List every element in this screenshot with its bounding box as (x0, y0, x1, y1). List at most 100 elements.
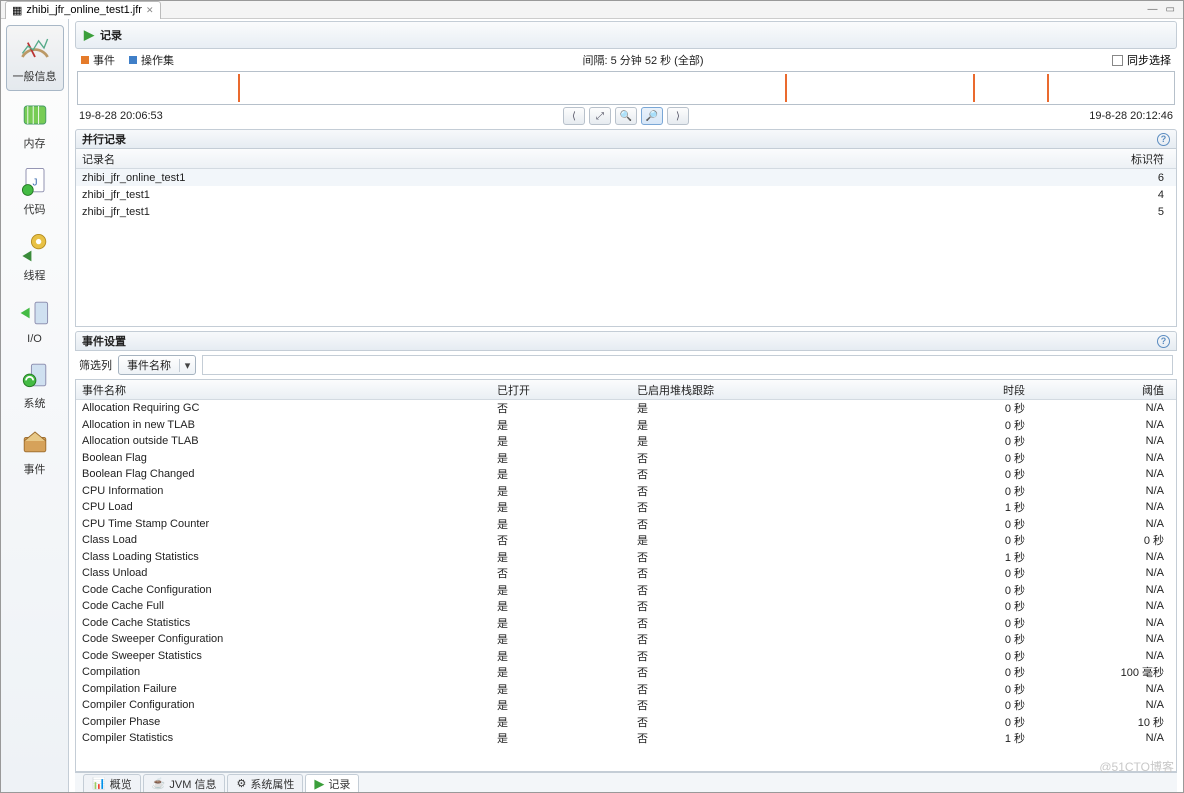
sidebar-item-system[interactable]: 系统 (6, 353, 64, 417)
io-icon (17, 295, 53, 331)
page-title-text: 记录 (100, 27, 122, 43)
event-open: 是 (491, 450, 631, 466)
timeline-tick (973, 74, 975, 102)
record-row[interactable]: zhibi_jfr_test14 (76, 186, 1176, 203)
col-event-thresh[interactable]: 阈值 (1031, 382, 1176, 398)
event-row[interactable]: Code Cache Full是否0 秒N/A (76, 598, 1176, 615)
event-thresh: 10 秒 (1031, 714, 1176, 730)
events-scroll[interactable]: 事件名称 已打开 已启用堆栈跟踪 时段 阈值 Allocation Requir… (76, 380, 1176, 771)
nav-next-button[interactable]: ⟩ (667, 107, 689, 125)
threads-icon (17, 229, 53, 265)
tab-record[interactable]: ▶记录 (305, 774, 359, 792)
nav-prev-button[interactable]: ⟨ (563, 107, 585, 125)
event-row[interactable]: Boolean Flag是否0 秒N/A (76, 450, 1176, 467)
col-event-name[interactable]: 事件名称 (76, 382, 491, 398)
records-section-header: 并行记录 ? (75, 129, 1177, 149)
event-period: 0 秒 (886, 582, 1031, 598)
event-row[interactable]: Allocation outside TLAB是是0 秒N/A (76, 433, 1176, 450)
nav-zoomin-button[interactable]: 🔎 (641, 107, 663, 125)
event-name: Class Loading Statistics (76, 551, 491, 563)
sidebar-item-memory[interactable]: 内存 (6, 93, 64, 157)
event-thresh: N/A (1031, 683, 1176, 695)
nav-zoomout-button[interactable]: 🔍 (615, 107, 637, 125)
event-row[interactable]: Code Sweeper Statistics是否0 秒N/A (76, 648, 1176, 665)
help-icon[interactable]: ? (1157, 133, 1170, 146)
event-row[interactable]: Allocation in new TLAB是是0 秒N/A (76, 417, 1176, 434)
java-icon: ☕ (152, 777, 166, 790)
filter-column-combo[interactable]: 事件名称 ▾ (118, 355, 196, 375)
event-stack: 否 (631, 730, 886, 746)
event-row[interactable]: CPU Time Stamp Counter是否0 秒N/A (76, 516, 1176, 533)
event-row[interactable]: Compilation Failure是否0 秒N/A (76, 681, 1176, 698)
sidebar-item-label: 内存 (24, 135, 46, 151)
event-row[interactable]: Allocation Requiring GC否是0 秒N/A (76, 400, 1176, 417)
col-event-stack[interactable]: 已启用堆栈跟踪 (631, 382, 886, 398)
col-event-open[interactable]: 已打开 (491, 382, 631, 398)
event-period: 0 秒 (886, 615, 1031, 631)
event-open: 否 (491, 400, 631, 416)
event-name: Allocation Requiring GC (76, 402, 491, 414)
sync-checkbox[interactable] (1112, 55, 1123, 66)
help-icon[interactable]: ? (1157, 335, 1170, 348)
event-name: Code Cache Full (76, 600, 491, 612)
event-name: Boolean Flag Changed (76, 468, 491, 480)
sidebar-item-io[interactable]: I/O (6, 291, 64, 351)
page-header: ▶ 记录 (75, 21, 1177, 49)
event-row[interactable]: Compilation是否0 秒100 毫秒 (76, 664, 1176, 681)
tab-overview[interactable]: 📊概览 (83, 774, 141, 792)
event-row[interactable]: Class Load否是0 秒0 秒 (76, 532, 1176, 549)
timeline[interactable] (77, 71, 1175, 105)
sync-label: 同步选择 (1127, 52, 1171, 68)
event-stack: 否 (631, 582, 886, 598)
event-row[interactable]: Compiler Phase是否0 秒10 秒 (76, 714, 1176, 731)
records-table: 记录名 标识符 zhibi_jfr_online_test16zhibi_jfr… (75, 149, 1177, 327)
chart-icon: 📊 (92, 777, 106, 790)
tab-sysprops[interactable]: ⚙系统属性 (227, 774, 303, 792)
sidebar-item-threads[interactable]: 线程 (6, 225, 64, 289)
timeline-footer: 19-8-28 20:06:53 ⟨ ⤢ 🔍 🔎 ⟩ 19-8-28 20:12… (75, 105, 1177, 125)
filter-input[interactable] (202, 355, 1173, 375)
timeline-tick (238, 74, 240, 102)
event-row[interactable]: CPU Information是否0 秒N/A (76, 483, 1176, 500)
record-row[interactable]: zhibi_jfr_online_test16 (76, 169, 1176, 186)
maximize-button[interactable]: ▭ (1166, 4, 1175, 15)
sidebar-item-code[interactable]: J 代码 (6, 159, 64, 223)
col-record-name[interactable]: 记录名 (76, 151, 1116, 167)
minimize-button[interactable]: — (1148, 4, 1158, 15)
event-open: 否 (491, 565, 631, 581)
event-open: 是 (491, 648, 631, 664)
event-open: 是 (491, 549, 631, 565)
sidebar-item-events[interactable]: 事件 (6, 419, 64, 483)
event-name: CPU Time Stamp Counter (76, 518, 491, 530)
record-row[interactable]: zhibi_jfr_test15 (76, 203, 1176, 220)
event-row[interactable]: Boolean Flag Changed是否0 秒N/A (76, 466, 1176, 483)
col-event-period[interactable]: 时段 (886, 382, 1031, 398)
event-stack: 是 (631, 400, 886, 416)
event-row[interactable]: Class Unload否否0 秒N/A (76, 565, 1176, 582)
event-row[interactable]: CPU Load是否1 秒N/A (76, 499, 1176, 516)
event-row[interactable]: Code Sweeper Configuration是否0 秒N/A (76, 631, 1176, 648)
sidebar-item-label: 线程 (24, 267, 46, 283)
tab-jvm-info[interactable]: ☕JVM 信息 (143, 774, 226, 792)
event-name: Boolean Flag (76, 452, 491, 464)
event-row[interactable]: Compiler Configuration是否0 秒N/A (76, 697, 1176, 714)
event-row[interactable]: Code Cache Configuration是否0 秒N/A (76, 582, 1176, 599)
svg-text:J: J (32, 178, 37, 189)
event-period: 0 秒 (886, 532, 1031, 548)
event-name: Class Load (76, 534, 491, 546)
event-period: 0 秒 (886, 648, 1031, 664)
event-name: Compiler Statistics (76, 732, 491, 744)
timeline-nav: ⟨ ⤢ 🔍 🔎 ⟩ (563, 107, 689, 125)
event-row[interactable]: Class Loading Statistics是否1 秒N/A (76, 549, 1176, 566)
event-open: 是 (491, 730, 631, 746)
event-thresh: N/A (1031, 468, 1176, 480)
event-row[interactable]: Compiler Statistics是否1 秒N/A (76, 730, 1176, 747)
system-icon (17, 357, 53, 393)
nav-zoomfit-button[interactable]: ⤢ (589, 107, 611, 125)
close-icon[interactable]: ✕ (146, 5, 154, 16)
event-row[interactable]: Code Cache Statistics是否0 秒N/A (76, 615, 1176, 632)
sidebar-item-general[interactable]: 一般信息 (6, 25, 64, 91)
legend-row: 事件 操作集 间隔: 5 分钟 52 秒 (全部) 同步选择 (75, 49, 1177, 71)
col-record-id[interactable]: 标识符 (1116, 151, 1176, 167)
file-tab[interactable]: ▦ zhibi_jfr_online_test1.jfr ✕ (5, 1, 161, 19)
